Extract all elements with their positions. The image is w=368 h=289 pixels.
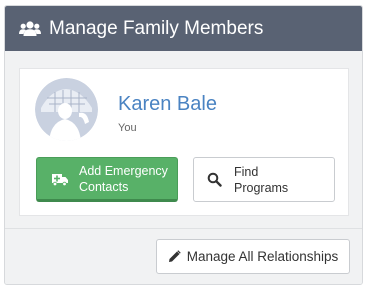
users-icon [19,20,41,38]
panel-footer: Manage All Relationships [5,228,362,284]
panel-header: Manage Family Members [5,6,362,51]
find-programs-button[interactable]: Find Programs [193,157,335,202]
panel-title: Manage Family Members [49,17,264,39]
manage-all-relationships-button[interactable]: Manage All Relationships [156,239,350,274]
emergency-label-line1: Add Emergency [79,163,168,178]
find-label-line2: Programs [234,180,289,195]
member-name[interactable]: Karen Bale [118,93,217,116]
find-label-line1: Find [234,164,259,179]
search-icon [207,172,222,187]
add-emergency-contacts-button[interactable]: Add Emergency Contacts [36,157,178,202]
avatar[interactable] [35,78,98,141]
pencil-icon [168,250,181,263]
manage-label: Manage All Relationships [186,249,339,264]
emergency-label-line2: Contacts [79,179,129,194]
family-members-panel: Manage Family Members Karen Bale You Add… [4,5,363,285]
member-card: Karen Bale You Add Emergency Contacts Fi… [19,68,349,216]
member-role: You [118,122,137,134]
ambulance-icon [51,172,69,186]
